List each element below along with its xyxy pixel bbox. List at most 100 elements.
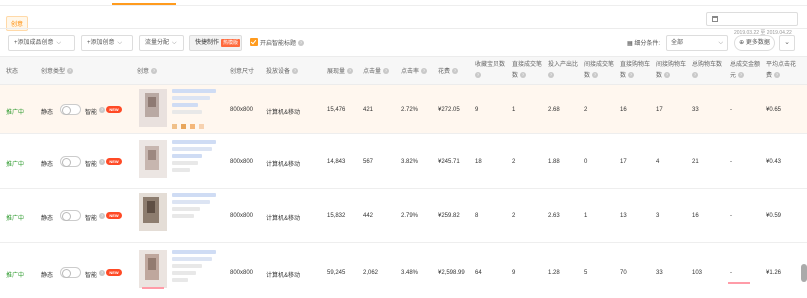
add-creative-button[interactable]: +添加创意 ⌵ [81,35,133,51]
help-icon[interactable]: ? [383,68,390,75]
help-icon[interactable]: ? [99,213,105,219]
col-total-cart[interactable]: 总购物车数? [692,60,726,82]
quick-make-button[interactable]: 快捷制作 热模版 [189,35,242,51]
status-text: 推广中 [6,110,25,116]
indirect-cart-cell: 17 [656,107,663,113]
fav-cell: 9 [475,107,479,113]
direct-cart-cell: 70 [620,270,627,276]
col-cost[interactable]: 花费? [438,66,459,78]
creative-type-toggle[interactable] [60,267,81,278]
gmv-cell: - [730,107,732,113]
help-icon[interactable]: ? [520,72,527,79]
creative-title-blurred [172,110,202,114]
creative-title-blurred [172,140,216,144]
help-icon[interactable]: ? [298,40,305,47]
scope-select[interactable]: 全部 ⌵ [666,35,728,51]
clicks-cell: 442 [363,213,374,219]
col-cpc[interactable]: 平均点击花费? [766,60,800,82]
creative-type-toggle[interactable] [60,210,81,221]
creative-title-blurred [172,250,216,254]
help-icon[interactable]: ? [548,72,554,79]
col-ctr[interactable]: 点击率? [401,66,428,78]
col-gmv-label: 总成交金额 [730,62,761,68]
ctr-cell: 3.48% [401,270,419,276]
calendar-icon [712,16,718,22]
help-icon[interactable]: ? [99,270,105,276]
creative-title-blurred [172,96,210,100]
creative-thumbnail[interactable] [139,89,167,127]
help-icon[interactable]: ? [99,107,105,113]
scope-label: ▦ 细分条件: [627,41,661,47]
creative-type-toggle[interactable] [60,104,81,115]
help-icon[interactable]: ? [664,72,671,79]
col-device-label: 投放设备 [266,69,291,75]
col-ctr-label: 点击率 [401,69,420,75]
col-roi[interactable]: 投入产出比? [548,60,582,82]
smart-title-checkbox[interactable] [250,38,258,46]
creative-title-blurred [172,257,212,261]
table-row[interactable]: 推广中 静态 智能 ? NEW 800x800 计算机&移动 59,245 2,… [0,243,807,298]
direct-cart-cell: 13 [620,213,627,219]
help-icon[interactable]: ? [67,68,74,75]
size-cell: 800x800 [230,213,254,219]
col-direct-cart[interactable]: 直接购物车数? [620,60,654,82]
expand-button[interactable]: ⌄ [779,35,795,51]
help-icon[interactable]: ? [738,72,745,79]
new-badge: NEW [106,212,122,219]
col-indirect-orders[interactable]: 间接成交笔数? [584,60,618,82]
smart-label: 智能 [85,162,98,168]
help-icon[interactable]: ? [99,159,105,165]
help-icon[interactable]: ? [774,72,781,79]
help-icon[interactable]: ? [292,68,299,75]
smart-label: 智能 [85,216,98,222]
more-data-button[interactable]: ⊕ 更多数据 [734,35,775,51]
scrollbar-thumb[interactable] [801,264,807,282]
static-label: 静态 [41,273,54,279]
table-row[interactable]: 推广中 静态 智能 ? NEW 800x800 计算机&移动 14,843 56… [0,134,807,189]
help-icon[interactable]: ? [347,68,354,75]
col-direct-orders[interactable]: 直接成交笔数? [512,60,546,82]
table-row[interactable]: 推广中 静态 智能 ? NEW 800x800 计算机&移动 15,832 44… [0,189,807,243]
add-finished-creative-button[interactable]: +添加成品创意 ⌵ [8,35,75,51]
direct-cart-cell: 17 [620,159,627,165]
help-icon[interactable]: ? [421,68,428,75]
scope-label-text: 细分条件: [634,41,661,47]
help-icon[interactable]: ? [692,72,698,79]
col-gmv[interactable]: 总成交金额元? [730,60,764,82]
static-label: 静态 [41,110,54,116]
help-icon[interactable]: ? [475,72,481,79]
indirect-cart-cell: 3 [656,213,660,219]
indirect-cart-cell: 4 [656,159,660,165]
swatch [172,124,177,129]
date-picker[interactable] [706,12,798,26]
creative-title-blurred [172,168,190,172]
device-cell: 计算机&移动 [266,110,301,116]
direct-orders-cell: 2 [512,213,516,219]
help-icon[interactable]: ? [628,72,635,79]
indirect-orders-cell: 0 [584,159,588,165]
table-row[interactable]: 推广中 静态 智能 ? NEW 800x800 计算机&移动 15,476 42… [0,85,807,134]
col-indirect-cart[interactable]: 间接购物车数? [656,60,690,82]
clicks-cell: 567 [363,159,374,165]
gmv-cell: - [730,213,732,219]
creative-thumbnail[interactable] [139,140,167,178]
col-clicks[interactable]: 点击量? [363,66,390,78]
col-fav[interactable]: 收藏宝贝数? [475,60,509,82]
creative-title-blurred [172,147,212,151]
static-label: 静态 [41,162,54,168]
help-icon[interactable]: ? [151,68,158,75]
creative-title-blurred [172,278,188,282]
top-tab-indicator [112,3,176,5]
traffic-split-button[interactable]: 流量分配 ⌵ [139,35,184,51]
clicks-cell: 421 [363,107,374,113]
creative-thumbnail[interactable] [139,250,167,288]
col-impressions[interactable]: 展现量? [327,66,354,78]
col-device: 投放设备? [266,66,299,78]
help-icon[interactable]: ? [452,68,459,75]
creative-thumbnail[interactable] [139,193,167,231]
creative-type-toggle[interactable] [60,156,81,167]
col-roi-label: 投入产出比 [548,62,579,68]
help-icon[interactable]: ? [592,72,599,79]
hot-template-badge: 热模版 [221,39,241,47]
fav-cell: 18 [475,159,482,165]
